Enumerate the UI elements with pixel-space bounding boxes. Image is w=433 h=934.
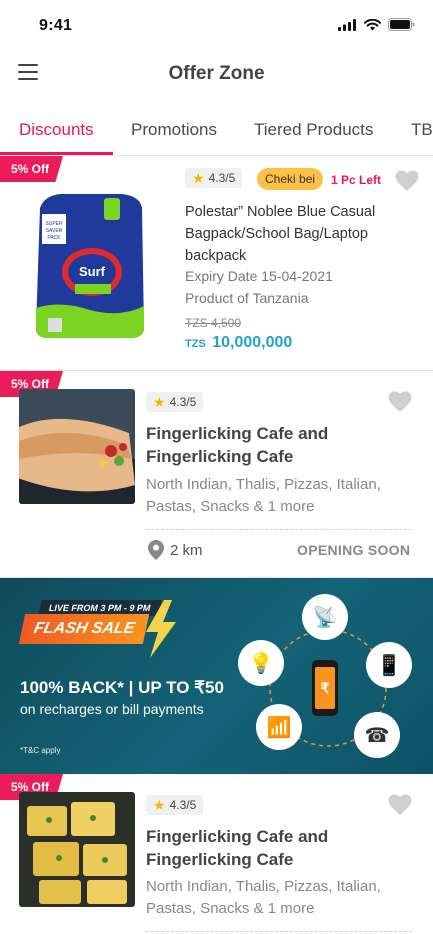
tab-tiered-products[interactable]: Tiered Products <box>254 120 373 140</box>
status-bar: 9:41 <box>0 0 433 50</box>
cafe-image <box>19 792 135 907</box>
favorite-heart-icon[interactable] <box>388 391 412 413</box>
cafe-cuisine: North Indian, Thalis, Pizzas, Italian, P… <box>146 878 381 917</box>
favorite-heart-icon[interactable] <box>388 794 412 816</box>
star-icon: ★ <box>153 797 166 813</box>
broadband-icon: 📶 <box>256 704 302 750</box>
electricity-icon: 💡 <box>238 640 284 686</box>
cafe-cuisine: North Indian, Thalis, Pizzas, Italian, P… <box>146 476 381 515</box>
tab-promotions[interactable]: Promotions <box>131 120 217 140</box>
cafe-card[interactable]: 5% Off ★ 4.3/5 Fingerlicking Cafe and Fi… <box>0 371 433 578</box>
currency-label: TZS <box>185 338 206 350</box>
tab-tb[interactable]: TB <box>411 120 433 140</box>
expiry-date: Expiry Date 15-04-2021 <box>185 268 333 284</box>
page-title: Offer Zone <box>168 63 265 84</box>
banner-headline: 100% BACK* | UP TO ₹50 <box>20 678 224 697</box>
cafe-card[interactable]: 5% Off ★ 4.3/5 Fingerlicking Cafe and Fi… <box>0 774 433 934</box>
banner-flash-sale: FLASH SALE <box>18 614 150 644</box>
svg-text:SAVER: SAVER <box>46 228 63 234</box>
banner-terms: *T&C apply <box>20 746 61 755</box>
favorite-heart-icon[interactable] <box>395 170 419 192</box>
star-icon: ★ <box>153 394 166 410</box>
status-icons <box>338 18 415 31</box>
distance-value: 2 km <box>170 541 203 559</box>
signal-icon <box>338 18 356 31</box>
product-origin: Product of Tanzania <box>185 290 309 306</box>
new-price: TZS 10,000,000 <box>185 334 292 352</box>
battery-icon <box>388 18 415 31</box>
divider <box>146 529 412 530</box>
dth-icon: 📡 <box>302 594 348 640</box>
flash-sale-banner[interactable]: LIVE FROM 3 PM - 9 PM FLASH SALE 100% BA… <box>0 578 433 774</box>
phone-icon: ₹ <box>312 660 338 716</box>
cafe-image <box>19 389 135 504</box>
product-title: Polestar” Noblee Blue Casual Bagpack/Sch… <box>185 204 376 264</box>
mobile-recharge-icon: 📱 <box>366 642 412 688</box>
divider <box>146 931 412 932</box>
status-label: OPENING SOON <box>297 542 411 558</box>
cafe-title: Fingerlicking Cafe and Fingerlicking Caf… <box>146 827 329 869</box>
wifi-icon <box>364 18 381 30</box>
tag-chip: Cheki bei <box>257 168 324 190</box>
discount-badge: 5% Off <box>0 156 64 182</box>
cafe-title: Fingerlicking Cafe and Fingerlicking Caf… <box>146 424 329 466</box>
location-pin-icon <box>148 540 164 560</box>
tab-discounts[interactable]: Discounts <box>19 120 94 140</box>
svg-text:PACK: PACK <box>47 235 61 241</box>
rating-value: 4.3/5 <box>169 395 197 409</box>
app-bar: Offer Zone <box>0 50 433 100</box>
landline-icon: ☎ <box>354 712 400 758</box>
product-card[interactable]: 5% Off SUPER SAVER PACK Surf ★ 4.3/5 Che… <box>0 156 433 371</box>
distance: 2 km <box>148 540 203 560</box>
rating-badge: ★ 4.3/5 <box>146 795 204 815</box>
product-image: SUPER SAVER PACK Surf <box>30 190 148 340</box>
lightning-icon <box>146 600 176 658</box>
rating-badge: ★ 4.3/5 <box>185 168 243 188</box>
rating-badge: ★ 4.3/5 <box>146 392 204 412</box>
rating-value: 4.3/5 <box>208 171 236 185</box>
banner-subline: on recharges or bill payments <box>20 701 204 717</box>
rating-value: 4.3/5 <box>169 798 197 812</box>
svg-text:SUPER: SUPER <box>45 221 63 227</box>
old-price: TZS 4,500 <box>185 316 242 330</box>
star-icon: ★ <box>192 170 205 186</box>
status-time: 9:41 <box>39 17 73 34</box>
price-value: 10,000,000 <box>212 334 293 351</box>
stock-note: 1 Pc Left <box>331 173 382 187</box>
tab-bar: Discounts Promotions Tiered Products TB <box>0 104 433 156</box>
active-tab-indicator <box>0 152 113 155</box>
svg-text:Surf: Surf <box>79 264 106 279</box>
